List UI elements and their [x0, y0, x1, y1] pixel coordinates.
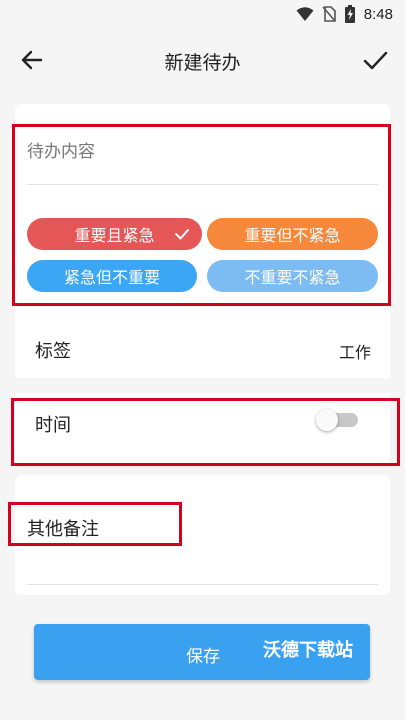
- highlight-box-time: [11, 398, 400, 466]
- highlight-box-note: [8, 502, 182, 546]
- status-bar: 8:48: [0, 0, 405, 28]
- status-icons: 8:48: [296, 5, 393, 23]
- toolbar: 新建待办: [0, 28, 405, 92]
- tag-value: 工作: [338, 343, 371, 362]
- page-title: 新建待办: [164, 52, 241, 74]
- save-button-label: 保存: [186, 647, 220, 667]
- check-icon: [363, 51, 388, 70]
- battery-icon: [344, 5, 355, 23]
- no-sim-icon: [322, 6, 336, 22]
- note-underline: [27, 584, 378, 585]
- watermark-text: 沃德下载站: [263, 640, 353, 661]
- confirm-button[interactable]: [359, 44, 391, 76]
- save-button[interactable]: 保存 沃德下载站: [34, 624, 370, 680]
- tag-row[interactable]: 标签 工作: [15, 318, 390, 378]
- wifi-icon: [296, 7, 314, 21]
- tag-label: 标签: [35, 341, 71, 362]
- status-time: 8:48: [363, 5, 393, 23]
- highlight-box-content: [12, 124, 391, 306]
